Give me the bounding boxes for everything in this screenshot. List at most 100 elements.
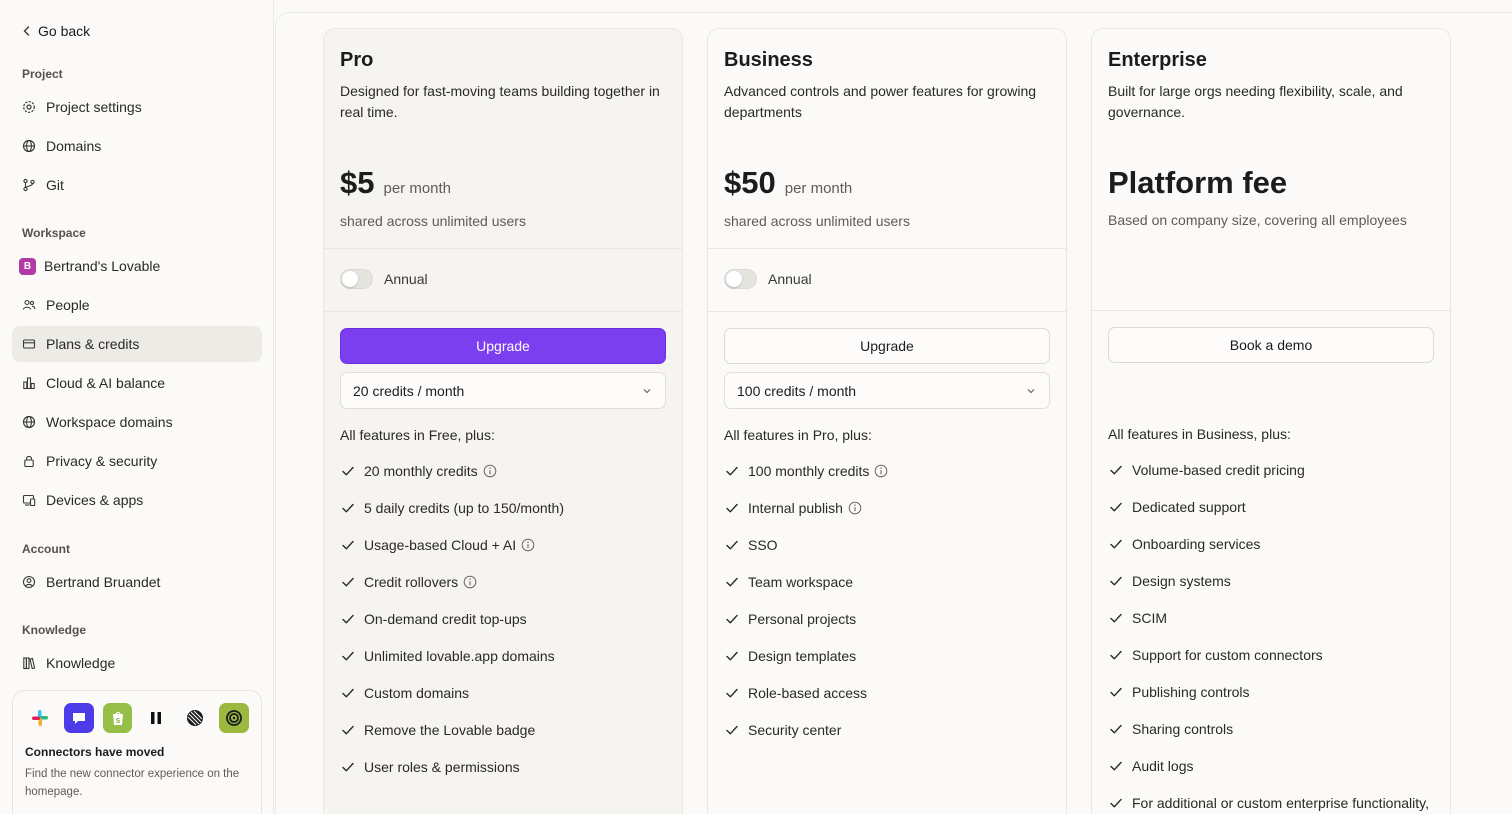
- plan-name: Pro: [340, 49, 374, 71]
- feature-item: Volume-based credit pricing: [1108, 462, 1305, 478]
- price-row: Platform fee: [1108, 165, 1287, 201]
- check-icon: [1110, 502, 1122, 512]
- check-icon: [726, 651, 738, 661]
- connectors-title: Connectors have moved: [25, 745, 165, 759]
- sidebar-item-label: Domains: [46, 138, 102, 154]
- sidebar-item-account-user[interactable]: Bertrand Bruandet: [12, 564, 262, 600]
- feature-item: Credit rollovers: [340, 574, 477, 590]
- sidebar-item-label: Bertrand's Lovable: [44, 258, 161, 274]
- feature-item: Audit logs: [1108, 758, 1193, 774]
- section-label-project: Project: [22, 67, 63, 81]
- feature-label: 100 monthly credits: [748, 463, 870, 479]
- features-title: All features in Free, plus:: [340, 427, 495, 443]
- divider: [708, 311, 1066, 312]
- git-branch-icon: [22, 178, 36, 192]
- feature-item: Publishing controls: [1108, 684, 1250, 700]
- sidebar-item-knowledge[interactable]: Knowledge: [12, 645, 262, 681]
- check-icon: [342, 577, 354, 587]
- credits-select[interactable]: 100 credits / month: [724, 372, 1050, 409]
- sidebar-item-label: Workspace domains: [46, 414, 173, 430]
- sidebar-item-project-settings[interactable]: Project settings: [12, 89, 262, 125]
- feature-label: On-demand credit top-ups: [364, 611, 527, 627]
- feature-item: Usage-based Cloud + AI: [340, 537, 535, 553]
- feature-item: Onboarding services: [1108, 536, 1260, 552]
- sidebar-item-privacy-security[interactable]: Privacy & security: [12, 443, 262, 479]
- go-back-link[interactable]: Go back: [20, 23, 90, 39]
- features-title: All features in Pro, plus:: [724, 427, 872, 443]
- feature-item: Custom domains: [340, 685, 469, 701]
- annual-toggle[interactable]: [724, 269, 757, 289]
- feature-item: 5 daily credits (up to 150/month): [340, 500, 564, 516]
- feature-label: Security center: [748, 722, 842, 738]
- svg-text:S: S: [115, 717, 120, 725]
- annual-toggle[interactable]: [340, 269, 373, 289]
- devices-icon: [22, 493, 36, 507]
- chat-app-icon: [63, 703, 94, 733]
- library-icon: [22, 656, 36, 670]
- chevron-left-icon: [23, 26, 30, 36]
- pause-bars-icon: [141, 703, 171, 733]
- credits-select-value: 20 credits / month: [353, 382, 465, 399]
- divider: [324, 248, 682, 249]
- upgrade-button[interactable]: Upgrade: [724, 328, 1050, 364]
- section-label-knowledge: Knowledge: [22, 623, 87, 637]
- feature-item: SCIM: [1108, 610, 1167, 626]
- feature-label: SCIM: [1132, 610, 1167, 626]
- sidebar-item-cloud-ai-balance[interactable]: Cloud & AI balance: [12, 365, 262, 401]
- check-icon: [726, 503, 738, 513]
- sidebar-item-devices-apps[interactable]: Devices & apps: [12, 482, 262, 518]
- sidebar-item-domains[interactable]: Domains: [12, 128, 262, 164]
- feature-label: Unlimited lovable.app domains: [364, 648, 555, 664]
- feature-item: Remove the Lovable badge: [340, 722, 535, 738]
- connector-icons: S: [25, 703, 249, 733]
- sidebar-item-label: Plans & credits: [46, 336, 140, 352]
- sidebar-item-label: People: [46, 297, 90, 313]
- plan-price: Platform fee: [1108, 165, 1288, 200]
- sidebar-item-plans-credits[interactable]: Plans & credits: [12, 326, 262, 362]
- section-label-account: Account: [22, 542, 70, 556]
- check-icon: [726, 725, 738, 735]
- sidebar-item-workspace-domains[interactable]: Workspace domains: [12, 404, 262, 440]
- check-icon: [726, 688, 738, 698]
- upgrade-button[interactable]: Upgrade: [340, 328, 666, 364]
- plan-description: Advanced controls and power features for…: [724, 83, 1037, 120]
- check-icon: [342, 540, 354, 550]
- bar-chart-icon: [22, 376, 36, 390]
- features-title: All features in Business, plus:: [1108, 426, 1291, 442]
- connectors-moved-card[interactable]: S Connectors have moved Find the new con…: [12, 690, 262, 814]
- divider: [1092, 310, 1450, 311]
- info-icon[interactable]: [521, 538, 535, 552]
- check-icon: [342, 762, 354, 772]
- sidebar-item-git[interactable]: Git: [12, 167, 262, 203]
- feature-label: Audit logs: [1132, 758, 1194, 774]
- plan-name: Business: [724, 49, 813, 71]
- feature-label: Design systems: [1132, 573, 1231, 589]
- feature-label: Personal projects: [748, 611, 857, 627]
- plan-description: Built for large orgs needing flexibility…: [1108, 83, 1403, 120]
- info-icon[interactable]: [483, 464, 497, 478]
- annual-toggle-row: Annual: [724, 269, 812, 289]
- check-icon: [726, 577, 738, 587]
- sidebar-item-workspace[interactable]: B Bertrand's Lovable: [12, 248, 262, 284]
- feature-item: For additional or custom enterprise func…: [1108, 795, 1429, 811]
- feature-label: Team workspace: [748, 574, 854, 590]
- sidebar-item-label: Knowledge: [46, 655, 116, 671]
- feature-label: User roles & permissions: [364, 759, 520, 775]
- info-icon[interactable]: [463, 575, 477, 589]
- feature-item: User roles & permissions: [340, 759, 520, 775]
- info-icon[interactable]: [874, 464, 888, 478]
- sidebar: Go back Project Project settings Domains…: [0, 0, 274, 814]
- chevron-down-icon: [643, 388, 651, 393]
- price-subtext: shared across unlimited users: [340, 213, 526, 229]
- credits-select[interactable]: 20 credits / month: [340, 372, 666, 409]
- book-demo-button[interactable]: Book a demo: [1108, 327, 1434, 363]
- sidebar-item-label: Privacy & security: [46, 453, 158, 469]
- price-row: $50 per month: [724, 165, 852, 201]
- check-icon: [342, 466, 354, 476]
- feature-item: Security center: [724, 722, 841, 738]
- sidebar-item-people[interactable]: People: [12, 287, 262, 323]
- price-subtext: shared across unlimited users: [724, 213, 910, 229]
- info-icon[interactable]: [848, 501, 862, 515]
- feature-label: Internal publish: [748, 500, 843, 516]
- check-icon: [1110, 539, 1122, 549]
